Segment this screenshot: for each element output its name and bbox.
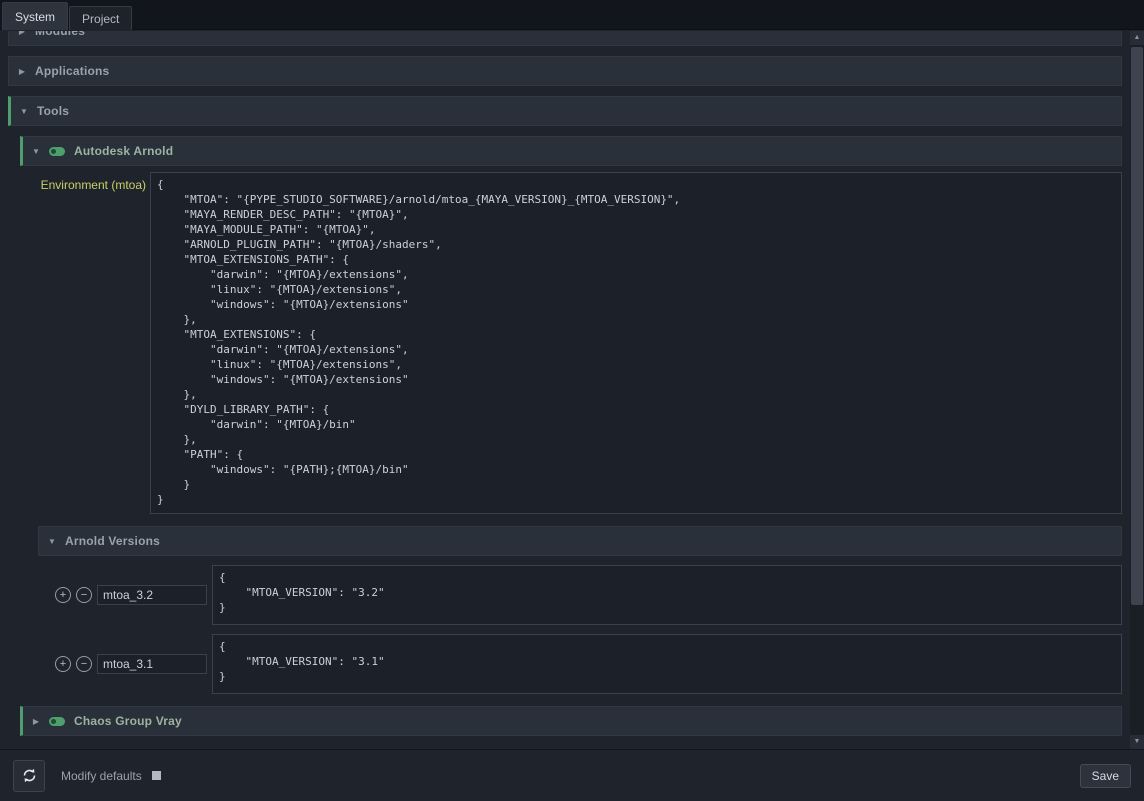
section-applications: ▶ Applications	[8, 56, 1122, 86]
tools-section-body: ▼ Autodesk Arnold Environment (mtoa) { "…	[8, 136, 1122, 736]
remove-version-button[interactable]: −	[76, 587, 92, 603]
section-chaos-group-vray: ▶ Chaos Group Vray	[20, 706, 1122, 736]
modify-defaults-checkbox[interactable]	[152, 771, 161, 780]
section-header-tools[interactable]: ▼ Tools	[8, 96, 1122, 126]
version-json-editor[interactable]: { "MTOA_VERSION": "3.2" }	[212, 565, 1122, 625]
scroll-up-button[interactable]: ▲	[1130, 31, 1144, 45]
section-tools: ▼ Tools ▼ Autodesk Arnold Environment (m…	[8, 96, 1122, 736]
footer-bar: Modify defaults Save	[0, 749, 1144, 801]
version-row: + − { "MTOA_VERSION": "3.2" }	[55, 565, 1122, 625]
section-title-modules: Modules	[35, 31, 85, 38]
settings-scroll-area: ▶ Modules ▶ Applications ▼ Tools	[0, 31, 1130, 749]
enabled-toggle-icon[interactable]	[49, 147, 65, 156]
settings-window: System Project ▶ Modules ▶ Applications	[0, 0, 1144, 801]
section-header-applications[interactable]: ▶ Applications	[8, 56, 1122, 86]
environment-label: Environment (mtoa)	[20, 172, 150, 514]
collapsed-arrow-icon: ▶	[9, 67, 35, 76]
tab-project[interactable]: Project	[69, 6, 132, 30]
environment-json-editor[interactable]: { "MTOA": "{PYPE_STUDIO_SOFTWARE}/arnold…	[150, 172, 1122, 514]
modify-defaults-label: Modify defaults	[61, 769, 142, 783]
add-version-button[interactable]: +	[55, 656, 71, 672]
remove-version-button[interactable]: −	[76, 656, 92, 672]
version-key-input[interactable]	[97, 585, 207, 605]
section-title-chaos-group-vray: Chaos Group Vray	[74, 714, 182, 728]
settings-content: ▶ Modules ▶ Applications ▼ Tools	[0, 31, 1130, 736]
refresh-icon	[21, 767, 38, 784]
scrollbar-thumb[interactable]	[1131, 47, 1143, 605]
expanded-arrow-icon: ▼	[11, 107, 37, 116]
vertical-scrollbar[interactable]: ▲ ▼	[1130, 31, 1144, 749]
refresh-button[interactable]	[13, 760, 45, 792]
expanded-arrow-icon: ▼	[23, 147, 49, 156]
section-header-chaos-group-vray[interactable]: ▶ Chaos Group Vray	[20, 706, 1122, 736]
section-autodesk-arnold: ▼ Autodesk Arnold Environment (mtoa) { "…	[20, 136, 1122, 694]
tab-bar: System Project	[0, 0, 1144, 30]
section-header-autodesk-arnold[interactable]: ▼ Autodesk Arnold	[20, 136, 1122, 166]
scrollbar-track[interactable]	[1130, 45, 1144, 735]
section-title-autodesk-arnold: Autodesk Arnold	[74, 144, 173, 158]
section-title-arnold-versions: Arnold Versions	[65, 534, 160, 548]
version-key-input[interactable]	[97, 654, 207, 674]
version-json-editor[interactable]: { "MTOA_VERSION": "3.1" }	[212, 634, 1122, 694]
section-modules: ▶ Modules	[8, 31, 1122, 46]
tab-project-label: Project	[82, 12, 119, 26]
add-version-button[interactable]: +	[55, 587, 71, 603]
collapsed-arrow-icon: ▶	[23, 717, 49, 726]
tab-system[interactable]: System	[2, 2, 68, 30]
section-arnold-versions: ▼ Arnold Versions + − { "MTOA_VERSION": …	[38, 526, 1122, 694]
expanded-arrow-icon: ▼	[39, 537, 65, 546]
save-button[interactable]: Save	[1080, 764, 1131, 788]
section-header-arnold-versions[interactable]: ▼ Arnold Versions	[38, 526, 1122, 556]
tab-system-label: System	[15, 10, 55, 24]
section-title-applications: Applications	[35, 64, 109, 78]
section-header-modules[interactable]: ▶ Modules	[8, 31, 1122, 46]
scroll-down-button[interactable]: ▼	[1130, 735, 1144, 749]
section-title-tools: Tools	[37, 104, 69, 118]
enabled-toggle-icon[interactable]	[49, 717, 65, 726]
version-row: + − { "MTOA_VERSION": "3.1" }	[55, 634, 1122, 694]
environment-field-row: Environment (mtoa) { "MTOA": "{PYPE_STUD…	[20, 172, 1122, 514]
tab-group: System Project	[2, 0, 133, 30]
collapsed-arrow-icon: ▶	[9, 31, 35, 36]
